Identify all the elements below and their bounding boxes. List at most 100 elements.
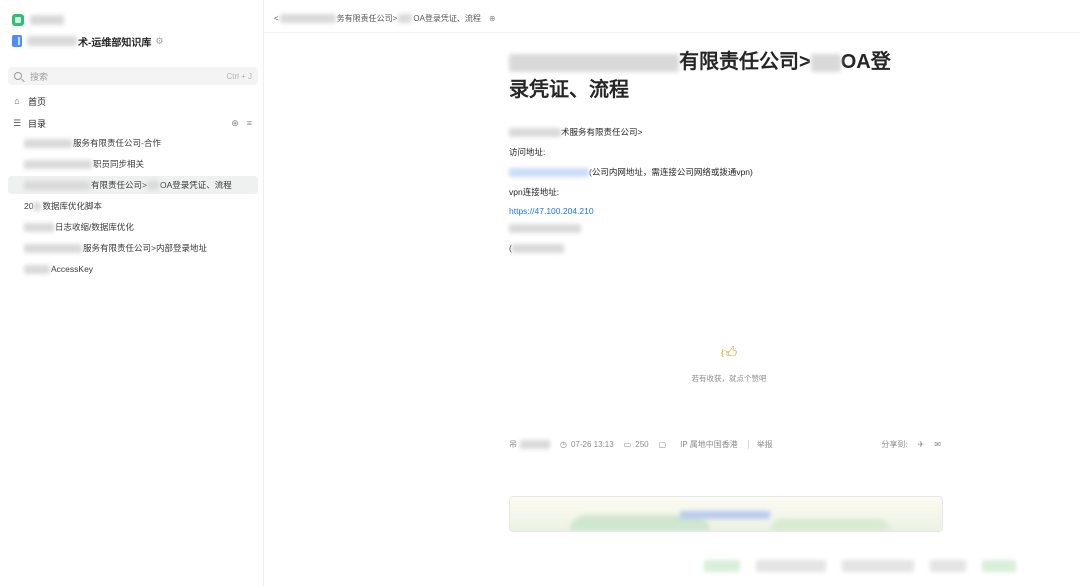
redacted-text (509, 224, 581, 233)
redacted-text (810, 53, 841, 72)
toc-item-label-2: 数据库优化脚本 (42, 201, 102, 211)
body-text: 访问地址: (509, 147, 546, 157)
clock-icon: ◷ (560, 440, 567, 449)
sidebar-item-toc[interactable]: ☰ 目录 ⊕ ≡ (12, 116, 252, 130)
promo-banner[interactable] (509, 496, 943, 532)
document-meta: 吊 ◷ 07-26 13:13 ▭ 250 ▢ IP 属地中国香港 举报 分享到… (509, 439, 941, 450)
access-address-line: (公司内网地址，需连接公司网络或拨通vpn) (509, 166, 753, 178)
divider (747, 440, 749, 449)
title-part-2: OA登 (840, 51, 891, 73)
page-title: 有限责任公司> OA登 录凭证、流程 (509, 48, 949, 104)
search-placeholder: 搜索 (30, 71, 49, 82)
sidebar-item-label: 首页 (28, 96, 47, 107)
share-label: 分享到: (881, 440, 908, 449)
body-line-1: 术服务有限责任公司> (509, 126, 642, 138)
sidebar-item-home[interactable]: ⌂ 首页 (12, 94, 252, 108)
redacted-text (24, 159, 92, 169)
toc-item[interactable]: 服务有限责任公司-合作 (8, 134, 258, 152)
toc-item-label: 20 (24, 201, 34, 211)
breadcrumb-current: OA登录凭证、流程 (413, 14, 481, 23)
app-window: 术-运维部知识库 ⚙ 搜索 Ctrl + J ⌂ 首页 ☰ 目录 ⊕ ≡ 服务有… (0, 0, 1080, 586)
toc-item-label: 有限责任公司> (91, 180, 147, 190)
add-node-icon[interactable]: ⊕ (231, 118, 239, 129)
title-part-1: 有限责任公司> (679, 51, 811, 73)
body-text: vpn连接地址: (509, 187, 560, 197)
like-prompt: 若有收获，就点个赞吧 (691, 374, 767, 383)
redacted-text (982, 560, 1016, 572)
redacted-text (33, 201, 42, 211)
book-icon (12, 35, 22, 47)
knowledge-base-title[interactable]: 术-运维部知识库 ⚙ (12, 34, 163, 49)
author-name: 吊 (509, 440, 517, 449)
breadcrumb[interactable]: < 务有限责任公司> OA登录凭证、流程 ⊕ (274, 13, 496, 24)
redacted-text (842, 560, 914, 572)
thumbs-up-icon[interactable]: 👍︎ (674, 345, 784, 363)
redacted-text (509, 127, 561, 137)
toc-item-label: 服务有限责任公司>内部登录地址 (83, 243, 207, 253)
eye-icon: ▭ (623, 440, 632, 449)
sidebar-header[interactable] (12, 12, 64, 28)
redacted-text (520, 440, 550, 449)
comment-button[interactable]: ▢ (659, 440, 671, 449)
toc-item[interactable]: 20 数据库优化脚本 (8, 197, 258, 215)
home-icon: ⌂ (14, 96, 20, 106)
redacted-text (511, 243, 564, 253)
share-weibo-icon[interactable]: ✈ (918, 440, 925, 449)
redacted-text (24, 243, 82, 253)
toc-item[interactable]: 日志收缩/数据库优化 (8, 218, 258, 236)
redacted-kb-prefix (27, 36, 77, 46)
redacted-text (756, 560, 826, 572)
sidebar: 术-运维部知识库 ⚙ 搜索 Ctrl + J ⌂ 首页 ☰ 目录 ⊕ ≡ 服务有… (0, 0, 264, 586)
footer-redacted (704, 560, 1016, 572)
update-time: ◷ 07-26 13:13 (560, 440, 614, 449)
comment-icon: ▢ (658, 440, 667, 449)
redacted-team-name (30, 15, 64, 25)
like-section: 👍︎ 若有收获，就点个赞吧 (674, 345, 784, 384)
header-divider (264, 32, 1080, 33)
redacted-line (509, 224, 581, 233)
banner-decoration (770, 519, 890, 531)
search-shortcut: Ctrl + J (226, 71, 252, 81)
kb-settings-icon[interactable]: ⚙ (155, 36, 163, 47)
sidebar-item-label: 目录 (28, 118, 47, 129)
search-icon (14, 72, 22, 80)
redacted-text (398, 14, 413, 23)
date-text: 07-26 13:13 (570, 440, 614, 449)
vpn-link-line: https://47.100.204.210 (509, 206, 594, 216)
body-text: (公司内网地址，需连接公司网络或拨通vpn) (589, 167, 753, 177)
redacted-text (279, 14, 336, 23)
breadcrumb-mid: 务有限责任公司> (336, 14, 398, 23)
toc-item-label: 职员同步相关 (93, 159, 145, 169)
body-line-7: ( (509, 243, 564, 253)
view-count: ▭ 250 (624, 440, 649, 449)
redacted-text (24, 180, 90, 190)
kb-title-text: 术-运维部知识库 (78, 37, 152, 49)
redacted-text (24, 222, 54, 232)
redacted-text (24, 138, 72, 148)
toc-item-active[interactable]: 有限责任公司> OA登录凭证、流程 (8, 176, 258, 194)
search-input[interactable]: 搜索 Ctrl + J (8, 67, 258, 85)
toc-item-label: 日志收缩/数据库优化 (55, 222, 134, 232)
report-link[interactable]: 举报 (757, 439, 773, 450)
redacted-text (146, 180, 159, 190)
redacted-text (24, 264, 50, 274)
banner-redacted-text (680, 511, 770, 519)
toc-item-label-2: OA登录凭证、流程 (159, 180, 232, 190)
toc-item-label: 服务有限责任公司-合作 (73, 138, 161, 148)
title-part-3: 录凭证、流程 (509, 79, 629, 101)
body-text: 术服务有限责任公司> (561, 127, 643, 137)
redacted-text (704, 560, 740, 572)
visibility-icon[interactable]: ⊕ (489, 14, 496, 23)
app-logo-icon (12, 14, 24, 26)
vpn-label: vpn连接地址: (509, 186, 559, 198)
toc-item[interactable]: AccessKey (8, 260, 258, 278)
vpn-link[interactable]: https://47.100.204.210 (509, 206, 594, 216)
author[interactable]: 吊 (509, 439, 550, 450)
redacted-link[interactable] (509, 167, 589, 177)
share-wechat-icon[interactable]: ✉ (934, 440, 941, 449)
toc-item[interactable]: 职员同步相关 (8, 155, 258, 173)
views-text: 250 (635, 440, 649, 449)
access-label: 访问地址: (509, 146, 545, 158)
toc-item[interactable]: 服务有限责任公司>内部登录地址 (8, 239, 258, 257)
collapse-icon[interactable]: ≡ (247, 118, 252, 129)
